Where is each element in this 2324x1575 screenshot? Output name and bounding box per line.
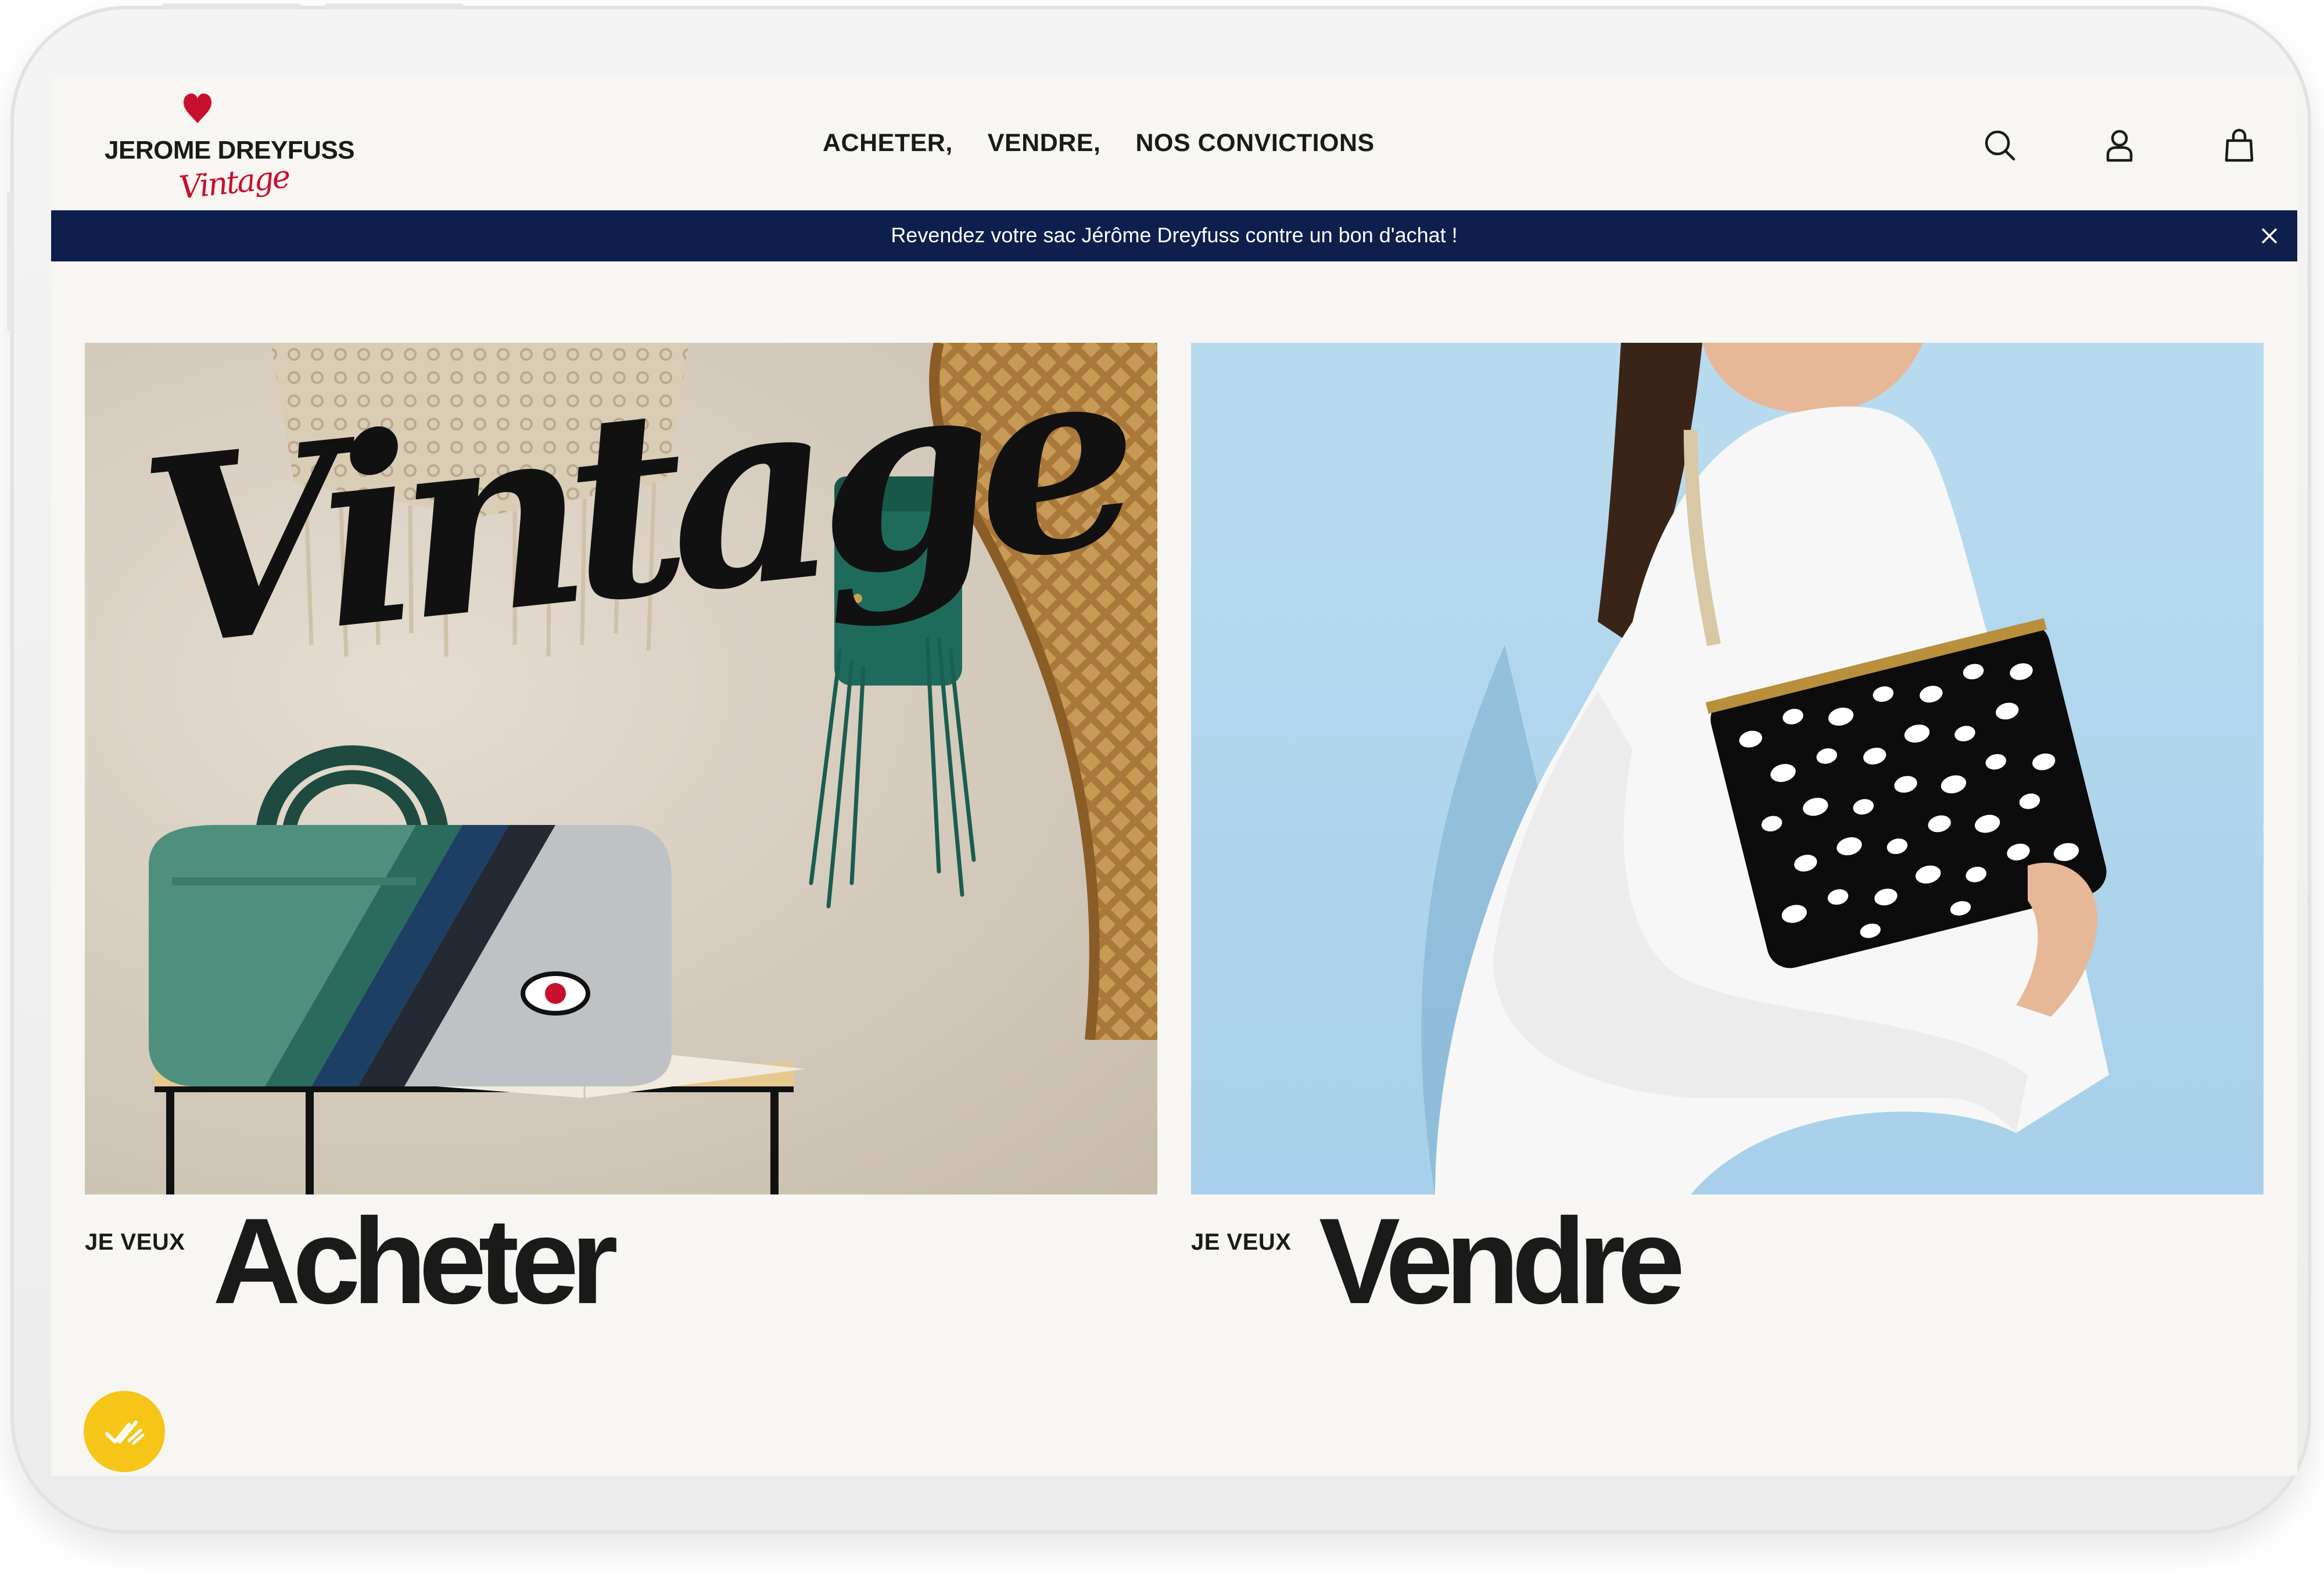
user-icon [2106,130,2133,162]
floating-badge-button[interactable] [84,1391,165,1472]
card-vendre[interactable]: JE VEUX Vendre [1191,343,2264,1340]
side-button [7,192,13,331]
nav-item-nos-convictions[interactable]: NOS CONVICTIONS [1135,129,1374,157]
card-acheter-title[interactable]: Acheter [213,1200,618,1322]
search-button[interactable] [1979,124,2021,166]
cart-button[interactable] [2218,124,2260,166]
card-acheter-caption[interactable]: JE VEUX Acheter [85,1194,1157,1340]
account-button[interactable] [2099,124,2140,166]
screen: JEROME DREYFUSS Vintage ACHETER, VENDRE,… [51,76,2297,1476]
card-vendre-image[interactable] [1191,343,2264,1194]
main-nav: ACHETER, VENDRE, NOS CONVICTIONS [823,129,1375,157]
model-with-bag [1421,343,2109,1194]
banner-text[interactable]: Revendez votre sac Jérôme Dreyfuss contr… [51,223,2297,247]
card-vendre-prefix: JE VEUX [1191,1229,1292,1255]
card-vendre-caption[interactable]: JE VEUX Vendre [1191,1194,2264,1340]
nav-item-acheter[interactable]: ACHETER, [823,129,953,157]
brand-name: JEROME DREYFUSS [105,136,355,164]
header: JEROME DREYFUSS Vintage ACHETER, VENDRE,… [51,76,2297,210]
promo-banner: Revendez votre sac Jérôme Dreyfuss contr… [51,210,2297,261]
top-button-1 [162,3,301,9]
tablet-frame: JEROME DREYFUSS Vintage ACHETER, VENDRE,… [7,3,2311,1534]
card-acheter[interactable]: Vintage JE VEUX Acheter [85,343,1157,1340]
nav-item-vendre[interactable]: VENDRE, [988,129,1101,157]
brand-script: Vintage [177,158,291,206]
card-acheter-prefix: JE VEUX [85,1229,185,1255]
top-button-2 [324,3,464,9]
search-icon [1985,130,2015,161]
heart-icon [184,94,211,123]
duffel-bag [149,745,672,1086]
card-acheter-image[interactable]: Vintage [85,343,1157,1194]
double-check-icon [105,1420,145,1445]
close-icon[interactable] [2257,223,2282,249]
card-vendre-title[interactable]: Vendre [1319,1200,1685,1322]
brand-logo[interactable]: JEROME DREYFUSS Vintage [105,91,355,207]
bag-icon [2225,128,2254,162]
